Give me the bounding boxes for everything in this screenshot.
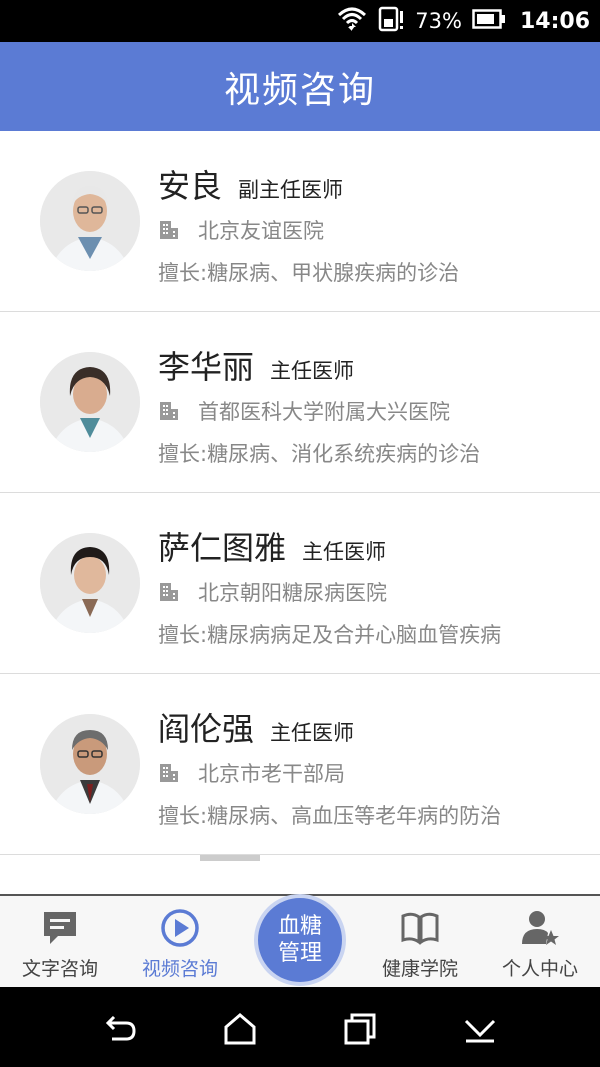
doctor-info: 阎伦强 主任医师 北京市老干部局 擅长:糖尿病、高血压等老年病的防治 — [158, 704, 590, 830]
hospital-icon — [160, 221, 178, 239]
tab-health-academy[interactable]: 健康学院 — [360, 896, 480, 987]
tab-text-consult[interactable]: 文字咨询 — [0, 896, 120, 987]
tab-label: 文字咨询 — [21, 958, 98, 980]
recents-icon[interactable] — [340, 1009, 380, 1049]
battery-percent: 73% — [415, 9, 462, 33]
partial-row-peek — [200, 855, 260, 861]
center-button-line1: 血糖 — [277, 914, 322, 939]
tab-personal-center[interactable]: 个人中心 — [480, 896, 600, 987]
doctor-title: 主任医师 — [302, 540, 387, 564]
doctor-list[interactable]: 安良 副主任医师 北京友谊医院 擅长:糖尿病、甲状腺疾病的诊治 李华丽 主任医师… — [0, 131, 600, 894]
tab-label: 健康学院 — [381, 958, 458, 980]
back-icon[interactable] — [100, 1009, 140, 1049]
doctor-info: 李华丽 主任医师 首都医科大学附属大兴医院 擅长:糖尿病、消化系统疾病的诊治 — [158, 342, 590, 468]
play-icon — [161, 909, 199, 947]
hospital-name: 北京友谊医院 — [198, 219, 324, 243]
sim-icon — [377, 5, 405, 38]
doctor-info: 安良 副主任医师 北京友谊医院 擅长:糖尿病、甲状腺疾病的诊治 — [158, 161, 590, 287]
book-icon — [401, 912, 439, 945]
user-star-icon — [522, 911, 559, 945]
doctor-title: 副主任医师 — [238, 178, 344, 202]
doctor-name: 安良 — [158, 167, 223, 205]
bottom-tab-bar: 文字咨询 视频咨询 血糖 管理 健康学院 个人中心 — [0, 894, 600, 987]
hospital-name: 北京朝阳糖尿病医院 — [198, 581, 387, 605]
blood-sugar-management-button[interactable]: 血糖 管理 — [254, 894, 346, 986]
avatar — [40, 714, 140, 814]
hospital-icon — [160, 402, 178, 420]
doctor-name: 阎伦强 — [158, 710, 255, 748]
hospital-name: 北京市老干部局 — [198, 762, 345, 786]
hospital-icon — [160, 764, 178, 782]
doctor-row[interactable]: 萨仁图雅 主任医师 北京朝阳糖尿病医院 擅长:糖尿病病足及合并心脑血管疾病 — [0, 493, 600, 674]
wifi-icon — [337, 5, 367, 38]
doctor-specialty: 擅长:糖尿病、甲状腺疾病的诊治 — [158, 261, 460, 285]
battery-icon — [472, 8, 506, 35]
doctor-row[interactable]: 安良 副主任医师 北京友谊医院 擅长:糖尿病、甲状腺疾病的诊治 — [0, 131, 600, 312]
doctor-title: 主任医师 — [270, 721, 355, 745]
tab-label: 个人中心 — [501, 958, 578, 980]
doctor-info: 萨仁图雅 主任医师 北京朝阳糖尿病医院 擅长:糖尿病病足及合并心脑血管疾病 — [158, 523, 590, 649]
hospital-icon — [160, 583, 178, 601]
doctor-specialty: 擅长:糖尿病、消化系统疾病的诊治 — [158, 442, 481, 466]
tab-label: 视频咨询 — [141, 958, 218, 980]
doctor-row[interactable]: 阎伦强 主任医师 北京市老干部局 擅长:糖尿病、高血压等老年病的防治 — [0, 674, 600, 855]
avatar — [40, 533, 140, 633]
page-title: 视频咨询 — [223, 69, 376, 111]
status-bar: 73% 14:06 — [0, 0, 600, 42]
tab-video-consult[interactable]: 视频咨询 — [120, 896, 240, 987]
doctor-name: 萨仁图雅 — [158, 529, 287, 567]
status-bar-right: 73% 14:06 — [337, 0, 590, 42]
chat-icon — [44, 912, 76, 944]
system-nav-bar — [0, 987, 600, 1067]
doctor-specialty: 擅长:糖尿病病足及合并心脑血管疾病 — [158, 623, 502, 647]
clock: 14:06 — [519, 8, 590, 34]
doctor-title: 主任医师 — [270, 359, 355, 383]
avatar — [40, 352, 140, 452]
menu-down-icon[interactable] — [460, 1009, 500, 1049]
doctor-row[interactable]: 李华丽 主任医师 首都医科大学附属大兴医院 擅长:糖尿病、消化系统疾病的诊治 — [0, 312, 600, 493]
center-button-line2: 管理 — [277, 941, 322, 966]
doctor-row-partial[interactable] — [0, 855, 600, 894]
doctor-specialty: 擅长:糖尿病、高血压等老年病的防治 — [158, 804, 502, 828]
avatar — [40, 171, 140, 271]
hospital-name: 首都医科大学附属大兴医院 — [198, 400, 450, 424]
home-icon[interactable] — [220, 1009, 260, 1049]
app-header: 视频咨询 — [0, 42, 600, 131]
doctor-name: 李华丽 — [158, 348, 255, 386]
